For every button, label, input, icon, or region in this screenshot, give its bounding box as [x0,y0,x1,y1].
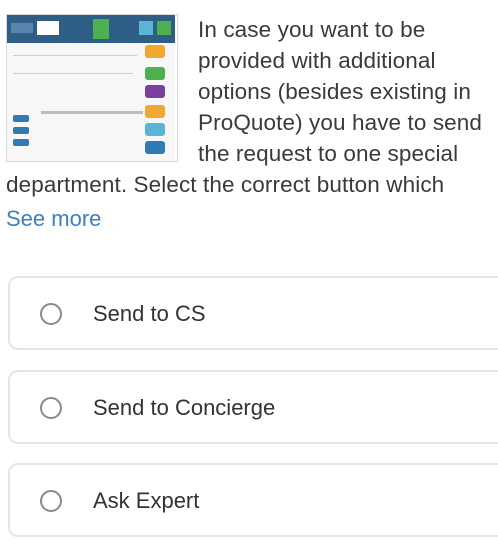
thumbnail-green-button [93,19,109,39]
thumbnail-blue-button [145,141,165,154]
radio-button[interactable] [40,397,62,419]
thumbnail-green-button [157,21,171,35]
answer-option-send-to-concierge[interactable]: Send to Concierge [8,370,498,444]
thumbnail-divider [13,73,133,74]
answer-option-label: Ask Expert [93,488,200,513]
thumbnail-blue-button [139,21,153,35]
see-more-link[interactable]: See more [6,203,101,234]
radio-button[interactable] [40,490,62,512]
thumbnail-orange-button [145,45,165,58]
thumbnail-side-button [13,139,29,146]
thumbnail-purple-button [145,85,165,98]
thumbnail-tab [11,23,33,33]
thumbnail-progress-line [41,111,143,114]
thumbnail-divider [13,55,137,56]
thumbnail-orange-button [145,105,165,118]
question-text-line: provided with additional [198,48,436,73]
thumbnail-side-button [13,115,29,122]
thumbnail-blue-button [145,123,165,136]
question-text-line: department. Select the correct button wh… [6,172,445,197]
thumbnail-edge [175,15,177,161]
question-text-line: ProQuote) you have to send [198,110,483,135]
question-text-continued: department. Select the correct button wh… [6,169,496,200]
question-image[interactable] [6,14,178,162]
question-block: In case you want to be provided with add… [0,0,498,240]
question-text: In case you want to be provided with add… [198,14,496,169]
thumbnail-tab [37,21,59,35]
answer-option-label: Send to Concierge [93,395,276,420]
thumbnail-side-button [13,127,29,134]
radio-button[interactable] [40,303,62,325]
answer-option-ask-expert[interactable]: Ask Expert [8,463,498,537]
question-text-line: the request to one special [198,141,459,166]
thumbnail-green-button [145,67,165,80]
question-text-line: In case you want to be [198,17,426,42]
answer-option-send-to-cs[interactable]: Send to CS [8,276,498,350]
question-text-line: options (besides existing in [198,79,471,104]
answer-option-label: Send to CS [93,301,206,326]
